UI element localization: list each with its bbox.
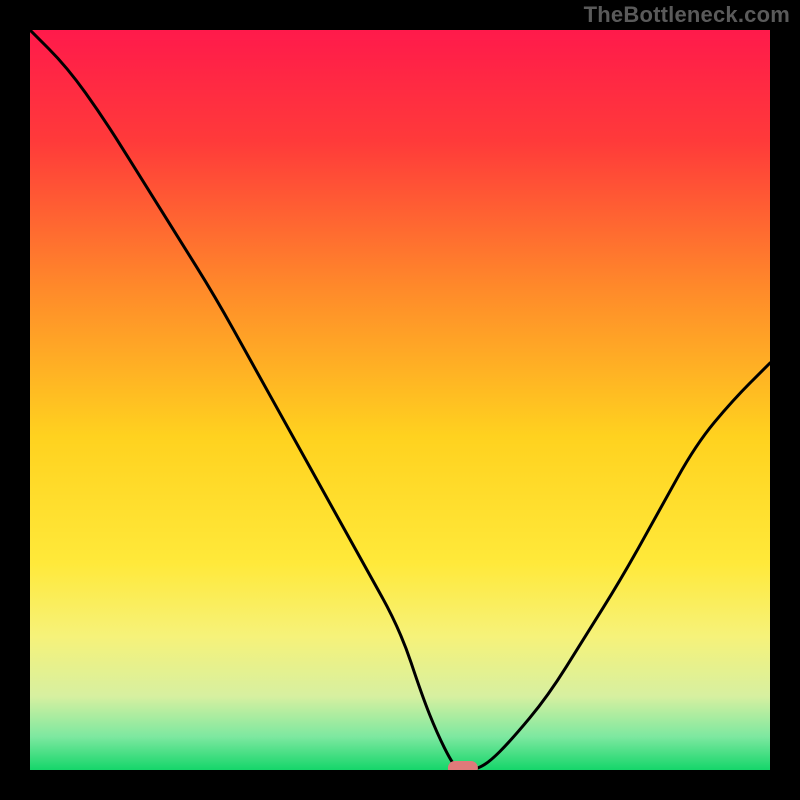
chart-svg bbox=[30, 30, 770, 770]
chart-frame: TheBottleneck.com bbox=[0, 0, 800, 800]
plot-area bbox=[30, 30, 770, 770]
watermark-text: TheBottleneck.com bbox=[584, 2, 790, 28]
gradient-background bbox=[30, 30, 770, 770]
optimal-marker bbox=[448, 761, 478, 770]
